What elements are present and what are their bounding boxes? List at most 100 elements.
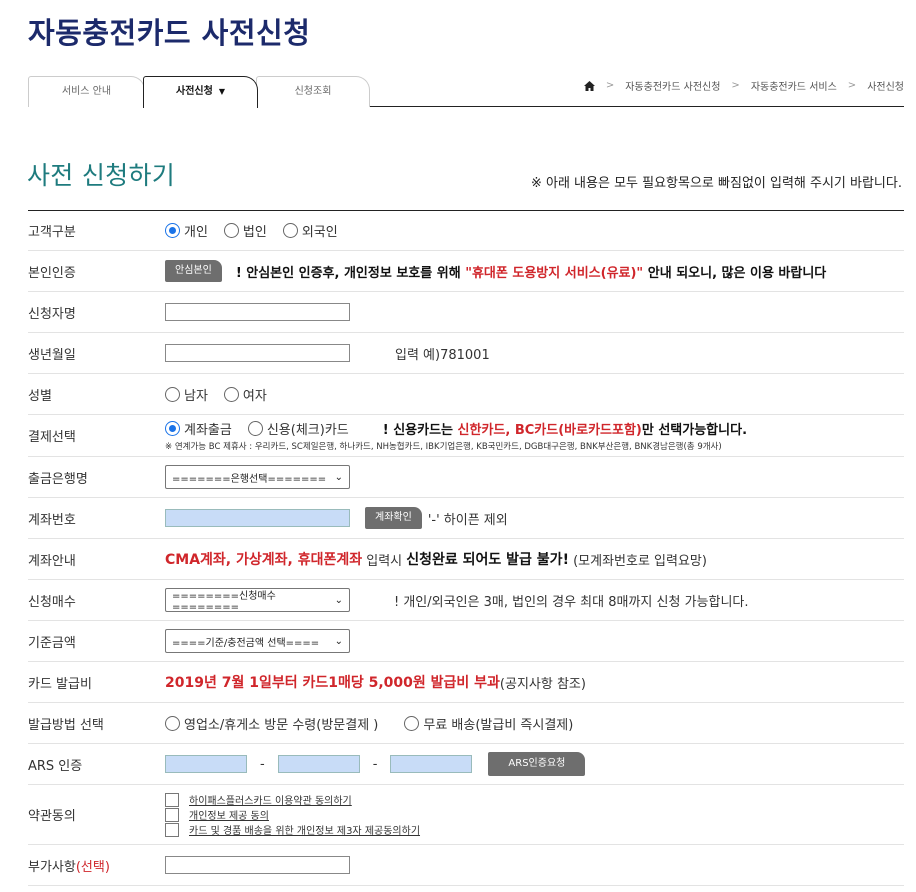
radio-credit-card[interactable]: 신용(체크)카드 bbox=[247, 419, 349, 438]
field-label: 결제선택 bbox=[28, 430, 76, 445]
payment-note: ! 신용카드는 신한카드, BC카드(바로카드포함)만 선택가능합니다. bbox=[383, 419, 747, 438]
radio-dot[interactable] bbox=[165, 386, 180, 402]
tab-service-info[interactable]: 서비스 안내 bbox=[28, 76, 145, 107]
radio-male[interactable]: 남자 bbox=[165, 385, 208, 404]
radio-dot[interactable] bbox=[282, 223, 298, 238]
row-account-info: 계좌안내 CMA계좌, 가상계좌, 휴대폰계좌 입력시 신청완료 되어도 발급 … bbox=[28, 539, 904, 580]
ars-phone-3-input[interactable] bbox=[390, 755, 473, 773]
field-label: 기준금액 bbox=[28, 635, 76, 651]
field-label: ARS 인증 bbox=[28, 758, 83, 774]
field-label: 본인인증 bbox=[28, 265, 76, 281]
terms-link[interactable]: 카드 및 경품 배송을 위한 개인정보 제3자 제공동의하기 bbox=[189, 822, 420, 837]
field-label: 신청자명 bbox=[28, 306, 76, 322]
radio-visit-pickup[interactable]: 영업소/휴게소 방문 수령(방문결제 ) bbox=[165, 714, 378, 733]
checkbox[interactable] bbox=[165, 792, 179, 807]
radio-dot[interactable] bbox=[223, 223, 239, 238]
radio-label: 무료 배송(발급비 즉시결제) bbox=[423, 717, 574, 733]
row-ars: ARS 인증 - - ARS인증요청 bbox=[28, 744, 904, 785]
auth-notice-red: "휴대폰 도용방지 서비스(유료)" bbox=[465, 265, 644, 281]
radio-label: 여자 bbox=[242, 388, 267, 404]
field-label: 부가사항 (선택) bbox=[28, 845, 110, 885]
card-count-select[interactable]: ========신청매수======== ⌄ bbox=[165, 588, 350, 613]
field-label: 계좌번호 bbox=[28, 512, 76, 528]
radio-label: 법인 bbox=[242, 225, 267, 240]
radio-dot[interactable] bbox=[165, 223, 180, 238]
dash: - bbox=[372, 756, 378, 772]
breadcrumb-item[interactable]: 자동충전카드 사전신청 bbox=[625, 78, 720, 93]
account-verify-button[interactable]: 계좌확인 bbox=[365, 507, 422, 529]
breadcrumb-separator: > bbox=[605, 80, 615, 91]
terms-item[interactable]: 하이패스플러스카드 이용약관 동의하기 bbox=[165, 792, 352, 807]
field-label: 계좌안내 bbox=[28, 553, 76, 569]
row-account: 계좌번호 계좌확인 '-' 하이픈 제외 bbox=[28, 498, 904, 539]
secure-auth-button[interactable]: 안심본인 bbox=[165, 260, 222, 282]
field-label: 약관동의 bbox=[28, 809, 76, 824]
card-fee-red: 2019년 7월 1일부터 카드1매당 5,000원 발급비 부과 bbox=[165, 675, 500, 691]
radio-dot[interactable] bbox=[165, 421, 180, 436]
payment-note-post: 만 선택가능합니다. bbox=[641, 423, 748, 438]
dash: - bbox=[260, 756, 265, 772]
home-icon[interactable] bbox=[583, 80, 595, 91]
base-amount-select[interactable]: ====기준/충전금액 선택==== ⌄ bbox=[165, 629, 350, 653]
row-applicant-name: 신청자명 bbox=[28, 292, 904, 333]
birth-date-hint: 입력 예)781001 bbox=[395, 347, 490, 363]
field-label: 생년월일 bbox=[28, 347, 76, 363]
account-number-input[interactable] bbox=[165, 509, 350, 527]
row-payment: 결제선택 계좌출금 신용(체크)카드 ! 신용카드는 신한카드, BC카드(바로… bbox=[28, 415, 904, 457]
radio-label: 개인 bbox=[184, 225, 208, 240]
extra-input[interactable] bbox=[165, 856, 350, 874]
radio-label: 영업소/휴게소 방문 수령(방문결제 ) bbox=[184, 717, 379, 733]
ars-phone-2-input[interactable] bbox=[277, 755, 360, 773]
radio-female[interactable]: 여자 bbox=[223, 385, 267, 404]
radio-label: 계좌출금 bbox=[184, 423, 232, 438]
row-bank: 출금은행명 =======은행선택======= ⌄ bbox=[28, 457, 904, 498]
checkbox[interactable] bbox=[165, 822, 179, 837]
radio-individual[interactable]: 개인 bbox=[165, 221, 208, 240]
row-customer-type: 고객구분 개인 법인 외국인 bbox=[28, 211, 904, 251]
page-title: 자동충전카드 사전신청 bbox=[28, 16, 311, 50]
field-label: 출금은행명 bbox=[28, 471, 88, 487]
radio-corporate[interactable]: 법인 bbox=[223, 221, 267, 240]
row-auth: 본인인증 안심본인 ! 안심본인 인증후, 개인정보 보호를 위해 "휴대폰 도… bbox=[28, 251, 904, 292]
select-value: ====기준/충전금액 선택==== bbox=[172, 637, 320, 649]
field-label: 성별 bbox=[28, 388, 52, 404]
chevron-down-icon: ⌄ bbox=[334, 471, 343, 483]
bank-select[interactable]: =======은행선택======= ⌄ bbox=[165, 465, 350, 489]
radio-dot[interactable] bbox=[247, 421, 263, 436]
radio-dot[interactable] bbox=[223, 386, 239, 402]
tab-pre-apply[interactable]: 사전신청 ▼ bbox=[143, 76, 258, 108]
row-extra: 부가사항 (선택) bbox=[28, 845, 904, 886]
radio-dot[interactable] bbox=[404, 715, 420, 731]
row-base-amount: 기준금액 ====기준/충전금액 선택==== ⌄ bbox=[28, 621, 904, 662]
breadcrumb: > 자동충전카드 사전신청 > 자동충전카드 서비스 > 사전신청 bbox=[583, 78, 904, 93]
field-label: 신청매수 bbox=[28, 594, 76, 610]
account-hint: '-' 하이픈 제외 bbox=[427, 512, 508, 528]
account-info-mid: 입력시 bbox=[362, 553, 407, 569]
terms-item[interactable]: 카드 및 경품 배송을 위한 개인정보 제3자 제공동의하기 bbox=[165, 822, 420, 837]
auth-notice-post: 안내 되오니, 많은 이용 바랍니다 bbox=[643, 265, 827, 281]
ars-request-button[interactable]: ARS인증요청 bbox=[488, 752, 586, 776]
account-info-tail: (모계좌번호로 입력요망) bbox=[568, 553, 707, 569]
card-count-hint: ! 개인/외국인은 3매, 법인의 경우 최대 8매까지 신청 가능합니다. bbox=[394, 594, 749, 610]
chevron-down-icon: ⌄ bbox=[334, 594, 343, 606]
card-fee-tail: (공지사항 참조) bbox=[499, 676, 586, 692]
tab-inquiry[interactable]: 신청조회 bbox=[256, 76, 370, 107]
birth-date-input[interactable] bbox=[165, 344, 350, 362]
terms-link[interactable]: 개인정보 제공 동의 bbox=[189, 807, 269, 822]
checkbox[interactable] bbox=[165, 807, 179, 822]
applicant-name-input[interactable] bbox=[165, 303, 350, 321]
auth-notice: ! 안심본인 인증후, 개인정보 보호를 위해 "휴대폰 도용방지 서비스(유료… bbox=[236, 262, 826, 281]
section-title: 사전 신청하기 bbox=[27, 161, 176, 190]
select-value: =======은행선택======= bbox=[172, 473, 327, 485]
terms-item[interactable]: 개인정보 제공 동의 bbox=[165, 807, 269, 822]
radio-account-debit[interactable]: 계좌출금 bbox=[165, 419, 232, 438]
radio-dot[interactable] bbox=[165, 715, 180, 731]
terms-link[interactable]: 하이패스플러스카드 이용약관 동의하기 bbox=[189, 792, 352, 807]
breadcrumb-item[interactable]: 자동충전카드 서비스 bbox=[751, 78, 837, 93]
breadcrumb-item[interactable]: 사전신청 bbox=[867, 78, 904, 93]
radio-foreigner[interactable]: 외국인 bbox=[282, 221, 338, 240]
auth-notice-pre: ! 안심본인 인증후, 개인정보 보호를 위해 bbox=[235, 265, 466, 281]
ars-phone-1-input[interactable] bbox=[165, 755, 247, 773]
radio-free-delivery[interactable]: 무료 배송(발급비 즉시결제) bbox=[404, 714, 573, 733]
row-card-fee: 카드 발급비 2019년 7월 1일부터 카드1매당 5,000원 발급비 부과… bbox=[28, 662, 904, 703]
